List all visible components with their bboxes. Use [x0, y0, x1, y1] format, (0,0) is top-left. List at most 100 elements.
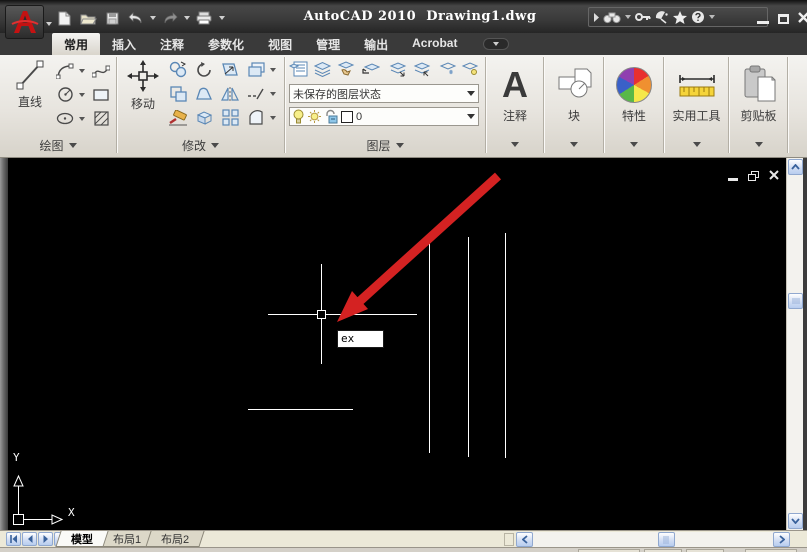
- tab-annotate[interactable]: 注释: [148, 33, 196, 55]
- layer-properties-button[interactable]: [287, 58, 309, 79]
- undo-caret-icon[interactable]: [148, 9, 158, 27]
- tab-manage[interactable]: 管理: [304, 33, 352, 55]
- copy-tool-button[interactable]: [167, 59, 189, 80]
- layer-unisolate-button[interactable]: [411, 58, 433, 79]
- tab-insert[interactable]: 插入: [100, 33, 148, 55]
- arc-caret-icon[interactable]: [76, 60, 88, 81]
- ucs-y-label: Y: [13, 451, 20, 464]
- layer-color-swatch: [341, 111, 353, 123]
- layers-panel-caret-icon: [396, 143, 404, 148]
- application-menu-button[interactable]: [5, 5, 44, 39]
- mirror-tool-button[interactable]: [219, 83, 241, 104]
- scroll-left-button[interactable]: [516, 532, 533, 547]
- layer-states-button[interactable]: [311, 58, 333, 79]
- undo-button[interactable]: [124, 9, 148, 27]
- circle-tool-button[interactable]: [54, 84, 76, 105]
- stretch-caret-icon[interactable]: [267, 59, 279, 80]
- block-panel[interactable]: 块: [545, 55, 603, 155]
- spline-tool-button[interactable]: [90, 60, 112, 81]
- extend-tool-button[interactable]: [245, 83, 267, 104]
- tab-layout2[interactable]: 布局2: [146, 531, 205, 547]
- layer-select-combo[interactable]: 0: [289, 107, 479, 126]
- stretch-tool-button[interactable]: [245, 59, 267, 80]
- help-icon[interactable]: [691, 8, 705, 26]
- clipboard-panel[interactable]: 剪贴板: [730, 55, 787, 155]
- extend-caret-icon[interactable]: [267, 83, 279, 104]
- tab-output[interactable]: 输出: [352, 33, 400, 55]
- communication-center-satellite-icon[interactable]: [655, 8, 669, 26]
- tab-home[interactable]: 常用: [52, 33, 100, 55]
- close-button[interactable]: [798, 10, 807, 28]
- layer-isolate-button[interactable]: [387, 58, 409, 79]
- panel-divider: [728, 57, 729, 153]
- array-tool-button[interactable]: [219, 107, 241, 128]
- layer-freeze-button[interactable]: [437, 58, 459, 79]
- search-binoculars-icon[interactable]: [603, 8, 621, 26]
- tab-model[interactable]: 模型: [55, 531, 108, 547]
- tab-acrobat[interactable]: Acrobat: [400, 33, 469, 55]
- favorites-star-icon[interactable]: [673, 8, 687, 26]
- minimize-button[interactable]: [757, 21, 769, 24]
- search-caret-icon[interactable]: [625, 8, 631, 26]
- layer-state-combo[interactable]: 未保存的图层状态: [289, 84, 479, 103]
- print-caret-icon[interactable]: [216, 9, 228, 27]
- save-button[interactable]: [100, 9, 124, 27]
- previous-tab-button[interactable]: [22, 532, 37, 546]
- properties-panel[interactable]: 特性: [605, 55, 663, 155]
- infocenter-expand-icon[interactable]: [593, 8, 599, 26]
- utilities-panel[interactable]: 实用工具: [665, 55, 728, 155]
- erase-tool-button[interactable]: [167, 107, 189, 128]
- layers-panel-footer[interactable]: 图层: [285, 135, 485, 155]
- rotate-tool-button[interactable]: [193, 59, 215, 80]
- tab-view[interactable]: 视图: [256, 33, 304, 55]
- fillet-caret-icon[interactable]: [267, 107, 279, 128]
- horizontal-scroll-thumb[interactable]: [658, 532, 675, 547]
- subscription-key-icon[interactable]: [635, 8, 651, 26]
- layer-off-button[interactable]: [459, 58, 481, 79]
- new-file-button[interactable]: [52, 9, 76, 27]
- print-button[interactable]: [192, 9, 216, 27]
- quick-access-toolbar: [52, 9, 228, 27]
- annotation-panel[interactable]: A 注释: [487, 55, 543, 155]
- line-tool-button[interactable]: 直线: [8, 59, 52, 110]
- ellipse-tool-button[interactable]: [54, 108, 76, 129]
- circle-caret-icon[interactable]: [76, 84, 88, 105]
- ribbon-minimize-button[interactable]: [483, 38, 509, 50]
- next-tab-button[interactable]: [38, 532, 53, 546]
- layer-previous-button[interactable]: [359, 58, 381, 79]
- draw-panel-label: 绘图: [39, 137, 63, 154]
- scrollbar-splitter-handle[interactable]: [504, 533, 514, 546]
- vertical-scroll-thumb[interactable]: [788, 293, 803, 309]
- tab-parametric[interactable]: 参数化: [196, 33, 256, 55]
- scroll-down-button[interactable]: [788, 513, 803, 529]
- modify-panel-footer[interactable]: 修改: [117, 135, 284, 155]
- trim-tool-button[interactable]: [219, 59, 241, 80]
- first-tab-button[interactable]: [6, 532, 21, 546]
- ribbon-tab-row: 常用 插入 注释 参数化 视图 管理 输出 Acrobat: [0, 33, 807, 55]
- line-tool-label: 直线: [18, 93, 42, 110]
- draw-panel-footer[interactable]: 绘图: [0, 135, 116, 155]
- arc-tool-button[interactable]: [54, 60, 76, 81]
- horizontal-scrollbar[interactable]: [516, 532, 790, 547]
- annotate-A-icon: A: [502, 67, 528, 103]
- scroll-right-button[interactable]: [773, 532, 790, 547]
- open-file-button[interactable]: [76, 9, 100, 27]
- drawing-canvas[interactable]: ex Y X: [8, 158, 786, 530]
- scroll-up-button[interactable]: [788, 159, 803, 175]
- help-caret-icon[interactable]: [709, 8, 715, 26]
- offset-tool-button[interactable]: [193, 83, 215, 104]
- vertical-scrollbar[interactable]: [786, 158, 803, 530]
- ellipse-caret-icon[interactable]: [76, 108, 88, 129]
- fillet-tool-button[interactable]: [167, 83, 189, 104]
- maximize-button[interactable]: [778, 14, 789, 24]
- rectangle-tool-button[interactable]: [90, 84, 112, 105]
- explode-tool-button[interactable]: [193, 107, 215, 128]
- block-panel-label: 块: [568, 107, 580, 124]
- hatch-tool-button[interactable]: [90, 108, 112, 129]
- fillet-arc-tool-button[interactable]: [245, 107, 267, 128]
- dynamic-input-field[interactable]: ex: [337, 330, 384, 348]
- redo-caret-icon[interactable]: [182, 9, 192, 27]
- redo-button[interactable]: [158, 9, 182, 27]
- layer-match-button[interactable]: [335, 58, 357, 79]
- move-tool-button[interactable]: 移动: [121, 59, 165, 112]
